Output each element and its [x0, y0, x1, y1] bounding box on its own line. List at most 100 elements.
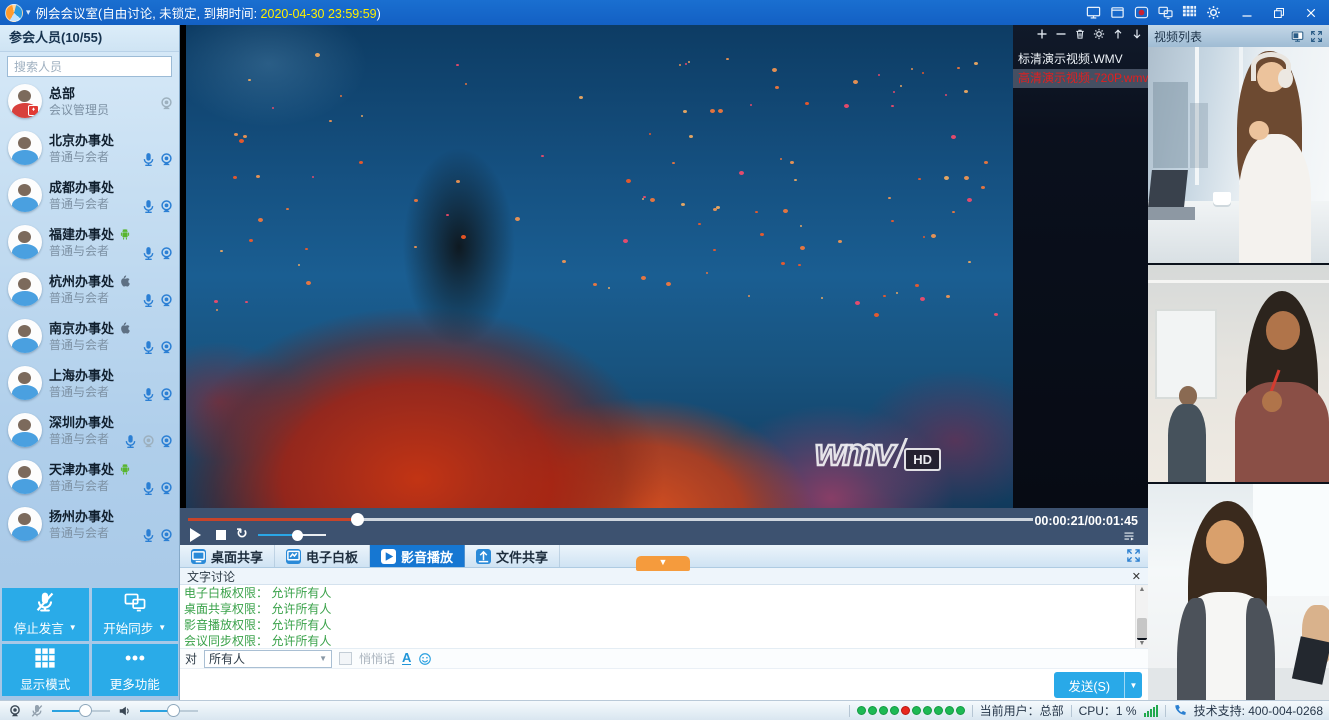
cam-disabled-icon[interactable] — [141, 434, 156, 449]
send-button[interactable]: 发送(S) — [1054, 672, 1124, 698]
player-volume-slider[interactable] — [258, 530, 326, 541]
remove-icon[interactable] — [1055, 28, 1067, 40]
restore-button[interactable] — [1265, 2, 1293, 23]
scroll-up-icon[interactable]: ▲ — [1136, 586, 1148, 593]
slider-handle[interactable] — [79, 704, 92, 717]
search-icon[interactable] — [152, 59, 167, 74]
webcam-video-1[interactable] — [1148, 47, 1329, 265]
seek-bar[interactable] — [188, 515, 1033, 525]
chevron-down-icon[interactable]: ▼ — [158, 623, 166, 632]
move-down-icon[interactable] — [1131, 28, 1143, 40]
playlist-icon[interactable] — [1122, 530, 1136, 542]
action-button-1[interactable]: 停止发言▼ — [2, 588, 89, 641]
expand-icon[interactable] — [1310, 30, 1323, 43]
mic-volume-slider[interactable] — [52, 704, 110, 717]
android-icon — [118, 227, 132, 241]
playlist-item[interactable]: 标清演示视频.WMV — [1013, 50, 1148, 69]
participant-row[interactable]: 成都办事处普通与会者 — [0, 172, 180, 219]
settings-icon[interactable] — [1093, 28, 1105, 40]
webcam-video-3[interactable] — [1148, 484, 1329, 700]
chevron-down-icon[interactable]: ▼ — [69, 623, 77, 632]
tab-电子白板[interactable]: 电子白板 — [275, 545, 370, 567]
participant-row[interactable]: 扬州办事处普通与会者 — [0, 501, 180, 548]
mic-icon[interactable] — [141, 293, 156, 308]
avatar-head — [18, 231, 31, 243]
cam-icon[interactable] — [159, 340, 174, 355]
font-button[interactable]: A — [402, 652, 411, 665]
cam-icon[interactable] — [159, 434, 174, 449]
cam-icon[interactable] — [159, 387, 174, 402]
participant-row[interactable]: 深圳办事处普通与会者 — [0, 407, 180, 454]
emoji-icon[interactable] — [418, 652, 432, 666]
participant-row[interactable]: 上海办事处普通与会者 — [0, 360, 180, 407]
webcam-icon[interactable] — [8, 704, 22, 718]
cam-icon[interactable] — [159, 199, 174, 214]
cam-icon[interactable] — [159, 481, 174, 496]
recipient-select[interactable]: 所有人 ▼ — [204, 650, 332, 668]
participant-role: 普通与会者 — [49, 195, 109, 212]
status-dot-green — [912, 706, 921, 715]
cam-icon[interactable] — [159, 246, 174, 261]
action-button-2[interactable]: 开始同步▼ — [92, 588, 179, 641]
participant-row[interactable]: 北京办事处普通与会者 — [0, 125, 180, 172]
participant-row[interactable]: 南京办事处普通与会者 — [0, 313, 180, 360]
chevron-down-icon[interactable]: ▾ — [26, 7, 31, 18]
mic-icon[interactable] — [141, 528, 156, 543]
volume-handle[interactable] — [292, 530, 303, 541]
play-button[interactable] — [190, 528, 201, 542]
expand-icon[interactable] — [1126, 548, 1141, 563]
action-button-4[interactable]: 更多功能 — [92, 644, 179, 697]
stop-button[interactable] — [216, 530, 226, 540]
speaker-icon[interactable] — [118, 704, 132, 718]
cam-icon[interactable] — [159, 152, 174, 167]
send-options-caret[interactable]: ▼ — [1124, 672, 1142, 698]
close-icon[interactable]: ✕ — [1132, 570, 1141, 583]
display-grid-icon[interactable] — [1182, 5, 1197, 20]
participant-row[interactable]: 福建办事处普通与会者 — [0, 219, 180, 266]
replay-button[interactable]: ↻ — [236, 525, 248, 542]
playlist-item[interactable]: 高清演示视频-720P.wmv删除 — [1013, 69, 1148, 88]
chat-scrollbar[interactable]: ▲ ▼ — [1135, 585, 1148, 648]
move-up-icon[interactable] — [1112, 28, 1124, 40]
participant-row[interactable]: ♦总部会议管理员 — [0, 78, 180, 125]
mic-icon[interactable] — [141, 387, 156, 402]
mic-icon[interactable] — [141, 340, 156, 355]
mic-icon[interactable] — [141, 199, 156, 214]
person-body — [1168, 404, 1206, 482]
tab-影音播放[interactable]: 影音播放 — [370, 545, 465, 567]
chat-input-area[interactable]: 发送(S) ▼ — [180, 668, 1148, 700]
action-button-3[interactable]: 显示模式 — [2, 644, 89, 697]
cam-icon[interactable] — [159, 293, 174, 308]
scroll-down-icon[interactable]: ▼ — [1136, 640, 1148, 647]
minimize-button[interactable] — [1233, 2, 1261, 23]
video-frame[interactable]: wmv HD — [186, 25, 1013, 508]
mic-icon[interactable] — [141, 152, 156, 167]
close-button[interactable] — [1297, 2, 1325, 23]
record-icon[interactable] — [1134, 5, 1149, 20]
tab-文件共享[interactable]: 文件共享 — [465, 545, 560, 567]
cam-disabled-icon[interactable] — [159, 96, 174, 111]
screen-share-icon[interactable] — [1086, 5, 1101, 20]
search-input[interactable] — [7, 56, 172, 77]
mic-icon[interactable] — [123, 434, 138, 449]
whisper-checkbox[interactable] — [339, 652, 352, 665]
slider-handle[interactable] — [167, 704, 180, 717]
speaker-volume-slider[interactable] — [140, 704, 198, 717]
mic-icon[interactable] — [141, 246, 156, 261]
window-icon[interactable] — [1110, 5, 1125, 20]
scroll-thumb[interactable] — [1137, 618, 1147, 640]
seek-handle[interactable] — [351, 513, 364, 526]
tab-桌面共享[interactable]: 桌面共享 — [180, 545, 275, 567]
chat-collapse-handle[interactable]: ▼ — [636, 556, 690, 571]
delete-icon[interactable] — [1074, 28, 1086, 40]
sync-screens-icon[interactable] — [1158, 5, 1173, 20]
mic-icon[interactable] — [141, 481, 156, 496]
webcam-video-2[interactable] — [1148, 265, 1329, 483]
mic-muted-icon[interactable] — [30, 704, 44, 718]
monitor-small-icon[interactable] — [1291, 30, 1304, 43]
settings-icon[interactable] — [1206, 5, 1221, 20]
participant-row[interactable]: 天津办事处普通与会者 — [0, 454, 180, 501]
participant-row[interactable]: 杭州办事处普通与会者 — [0, 266, 180, 313]
add-icon[interactable] — [1036, 28, 1048, 40]
cam-icon[interactable] — [159, 528, 174, 543]
